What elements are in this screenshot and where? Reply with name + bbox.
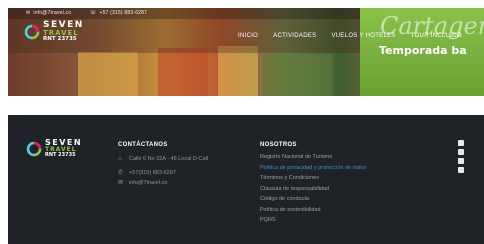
banner-title: Temporada ba [379, 44, 467, 57]
hero-building [218, 46, 258, 96]
phone-icon: ☏ [90, 10, 97, 16]
hero-building [78, 52, 138, 96]
topbar-phone[interactable]: ☏ +57 (315) 883-6287 [90, 10, 147, 16]
link-sostenibilidad[interactable]: Política de sostenibilidad [260, 207, 366, 214]
about-title: NOSOTROS [260, 142, 297, 148]
mail-icon: ✉ [26, 10, 31, 16]
nav-item-tour-incluido[interactable]: TOUR INCLUIDO [411, 33, 462, 39]
footer-logo[interactable]: SEVEN TRAVEL RNT 23735 [26, 139, 82, 158]
main-nav: INICIO ACTIVIDADES VUELOS Y HOTELES TOUR… [238, 33, 462, 39]
contact-phone[interactable]: ✆ +57(315) 883-6287 [118, 170, 176, 177]
nav-item-actividades[interactable]: ACTIVIDADES [273, 33, 316, 39]
link-codigo-conducta[interactable]: Código de conducta [260, 196, 366, 203]
topbar-email[interactable]: ✉ info@7travel.co [26, 10, 71, 16]
instagram-icon[interactable] [458, 158, 464, 164]
logo-rnt: RNT 23735 [43, 36, 77, 42]
nav-item-inicio[interactable]: INICIO [238, 33, 258, 39]
site-footer: SEVEN TRAVEL RNT 23735 CONTÁCTANOS ⌂ Cal… [8, 115, 484, 244]
social-links [458, 140, 464, 173]
logo-mark-icon [26, 141, 42, 157]
logo-rnt: RNT 23735 [45, 152, 76, 158]
about-links: Registro Nacional de Turismo Política de… [260, 154, 366, 224]
twitter-icon[interactable] [458, 149, 464, 155]
contact-address: ⌂ Calle 6 No 32A - 45 Local D-Call [118, 156, 209, 162]
facebook-icon[interactable] [458, 140, 464, 146]
phone-icon: ✆ [118, 170, 124, 176]
link-registro-turismo[interactable]: Registro Nacional de Turismo [260, 154, 366, 161]
link-responsabilidad[interactable]: Cláusula de responsabilidad [260, 186, 366, 193]
hero-building [158, 48, 208, 96]
nav-item-vuelos-hoteles[interactable]: VUELOS Y HOTELES [331, 33, 395, 39]
link-terminos[interactable]: Términos y Condiciones [260, 175, 366, 182]
link-pqrs[interactable]: PQRS [260, 217, 366, 224]
link-privacidad[interactable]: Política de privacidad y protección de d… [260, 165, 366, 172]
logo-mark-icon [24, 24, 40, 40]
mail-icon: ✉ [118, 180, 124, 186]
header-logo[interactable]: SEVEN TRAVEL RNT 23735 [24, 21, 84, 43]
contact-title: CONTÁCTANOS [118, 142, 168, 148]
location-icon: ⌂ [118, 156, 122, 162]
contact-email[interactable]: ✉ info@7travel.co [118, 180, 167, 187]
hero-section: ✉ info@7travel.co ☏ +57 (315) 883-6287 C… [8, 8, 484, 96]
hero-building [263, 54, 333, 96]
youtube-icon[interactable] [458, 167, 464, 173]
